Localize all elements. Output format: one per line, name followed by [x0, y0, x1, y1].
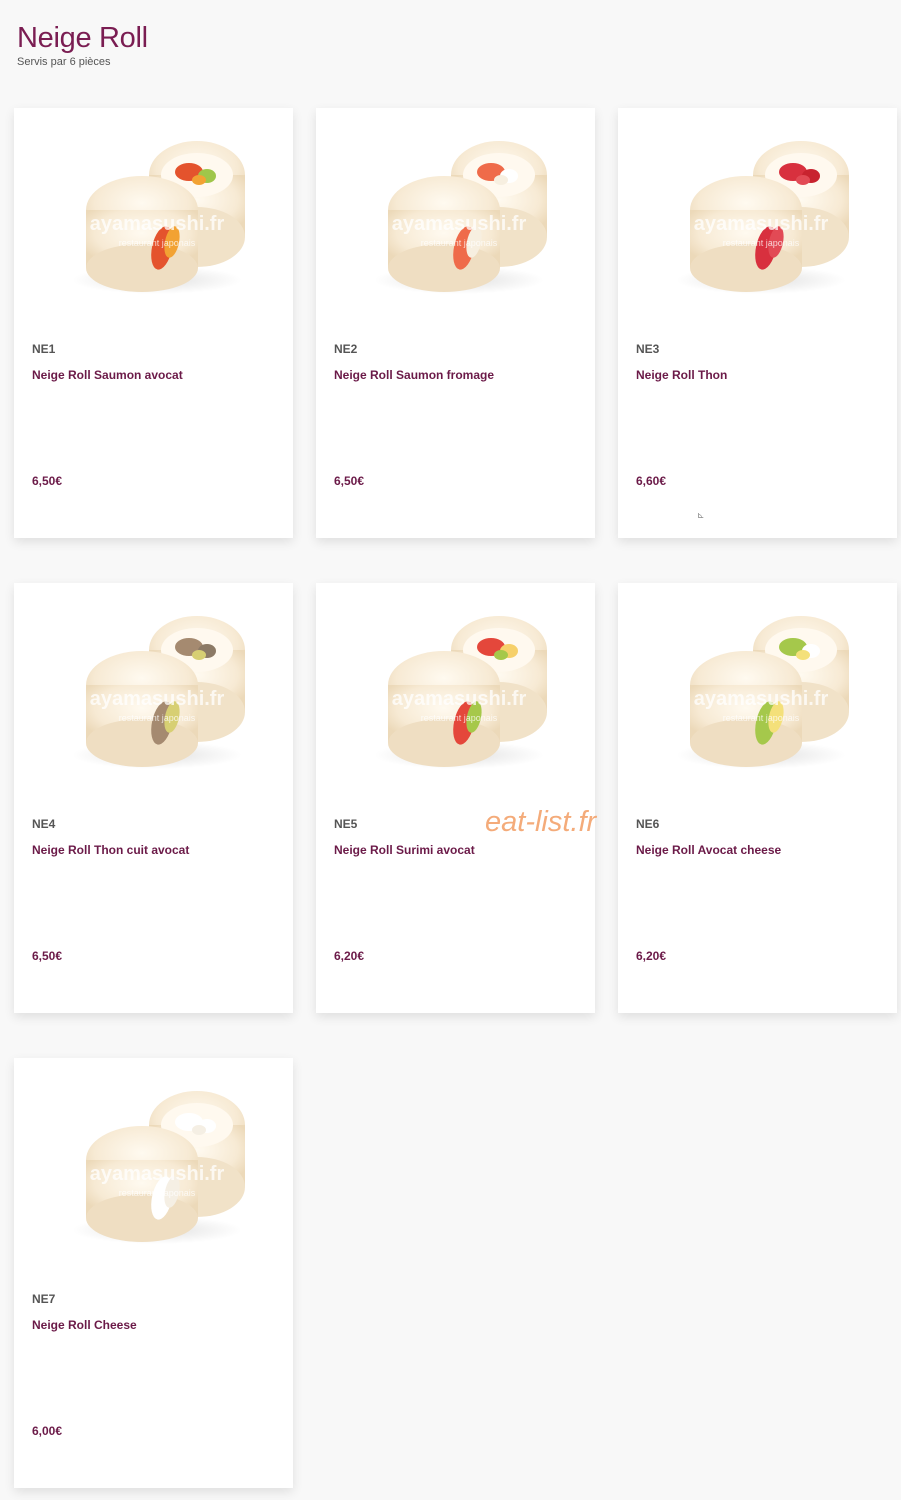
product-name[interactable]: Neige Roll Avocat cheese	[636, 843, 781, 857]
product-card[interactable]: ayamasushi.fr restaurant japonais NE2 Nei…	[316, 108, 595, 538]
product-card[interactable]: ayamasushi.fr restaurant japonais NE6 Nei…	[618, 583, 897, 1013]
section-title: Neige Roll	[17, 22, 148, 54]
svg-text:ayamasushi.fr: ayamasushi.fr	[90, 213, 225, 235]
svg-text:ayamasushi.fr: ayamasushi.fr	[694, 213, 829, 235]
product-name[interactable]: Neige Roll Thon cuit avocat	[32, 843, 189, 857]
product-code: NE4	[32, 817, 56, 831]
svg-text:restaurant japonais: restaurant japonais	[421, 238, 498, 248]
product-image: ayamasushi.fr restaurant japonais	[666, 605, 856, 775]
cursor-glyph: ⊾	[697, 510, 705, 520]
product-card[interactable]: ayamasushi.fr restaurant japonais NE7 Nei…	[14, 1058, 293, 1488]
product-code: NE2	[334, 342, 358, 356]
product-image: ayamasushi.fr restaurant japonais	[364, 605, 554, 775]
svg-text:restaurant japonais: restaurant japonais	[723, 238, 800, 248]
section-header: Neige Roll Servis par 6 pièces	[17, 20, 148, 68]
product-name[interactable]: Neige Roll Surimi avocat	[334, 843, 475, 857]
product-name[interactable]: Neige Roll Cheese	[32, 1318, 137, 1332]
section-subtitle: Servis par 6 pièces	[17, 56, 111, 68]
svg-text:restaurant japonais: restaurant japonais	[119, 1188, 196, 1198]
product-name[interactable]: Neige Roll Saumon fromage	[334, 368, 494, 382]
site-watermark: eat-list.fr	[485, 806, 597, 838]
svg-text:ayamasushi.fr: ayamasushi.fr	[392, 213, 527, 235]
product-code: NE7	[32, 1292, 56, 1306]
svg-text:ayamasushi.fr: ayamasushi.fr	[392, 688, 527, 710]
svg-text:restaurant japonais: restaurant japonais	[119, 713, 196, 723]
product-name[interactable]: Neige Roll Saumon avocat	[32, 368, 183, 382]
product-price: 6,00€	[32, 1424, 63, 1438]
product-card[interactable]: ayamasushi.fr restaurant japonais NE4 Nei…	[14, 583, 293, 1013]
product-code: NE3	[636, 342, 660, 356]
product-image: ayamasushi.fr restaurant japonais	[62, 130, 252, 300]
product-code: NE5	[334, 817, 358, 831]
product-image: ayamasushi.fr restaurant japonais	[666, 130, 856, 300]
svg-text:ayamasushi.fr: ayamasushi.fr	[90, 688, 225, 710]
svg-text:restaurant japonais: restaurant japonais	[723, 713, 800, 723]
product-image: ayamasushi.fr restaurant japonais	[62, 1080, 252, 1250]
product-card[interactable]: ayamasushi.fr restaurant japonais NE1 Nei…	[14, 108, 293, 538]
product-card[interactable]: ayamasushi.fr restaurant japonais NE5 Nei…	[316, 583, 595, 1013]
product-image: ayamasushi.fr restaurant japonais	[62, 605, 252, 775]
svg-text:ayamasushi.fr: ayamasushi.fr	[90, 1163, 225, 1185]
svg-text:restaurant japonais: restaurant japonais	[119, 238, 196, 248]
product-card[interactable]: ayamasushi.fr restaurant japonais NE3 Nei…	[618, 108, 897, 538]
product-price: 6,20€	[636, 949, 667, 963]
product-price: 6,60€	[636, 474, 667, 488]
product-code: NE6	[636, 817, 660, 831]
svg-text:restaurant japonais: restaurant japonais	[421, 713, 498, 723]
product-price: 6,20€	[334, 949, 365, 963]
product-image: ayamasushi.fr restaurant japonais	[364, 130, 554, 300]
product-price: 6,50€	[334, 474, 365, 488]
product-name[interactable]: Neige Roll Thon	[636, 368, 727, 382]
product-code: NE1	[32, 342, 56, 356]
svg-text:ayamasushi.fr: ayamasushi.fr	[694, 688, 829, 710]
product-price: 6,50€	[32, 949, 63, 963]
product-price: 6,50€	[32, 474, 63, 488]
